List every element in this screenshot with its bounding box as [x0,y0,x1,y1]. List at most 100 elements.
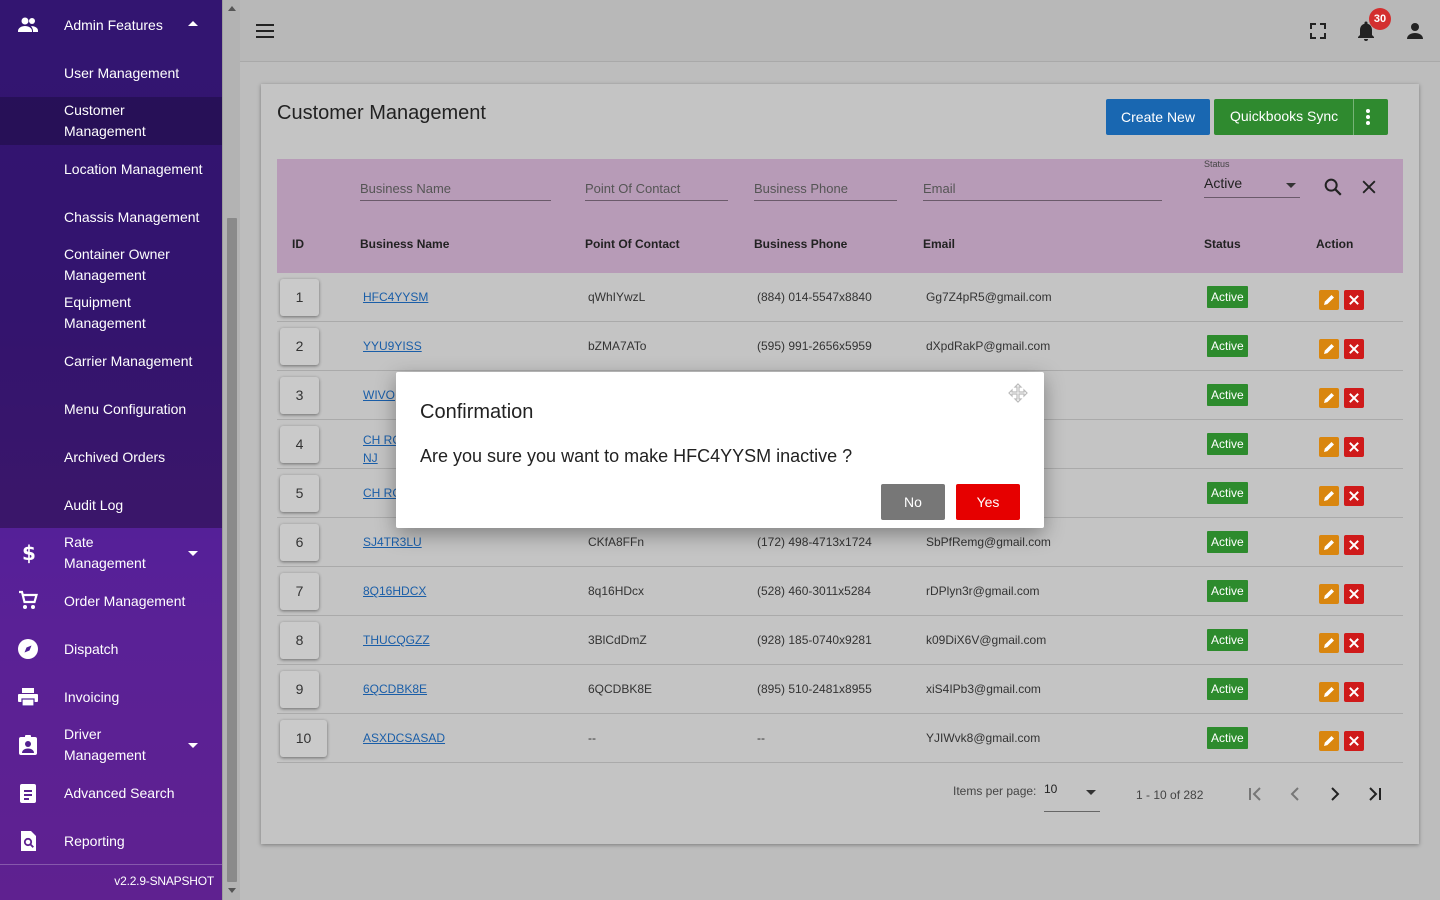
row-id[interactable]: 8 [280,622,319,659]
drag-move-icon[interactable] [1006,382,1030,406]
scroll-down-icon[interactable] [228,888,236,893]
delete-button[interactable] [1344,290,1364,310]
close-icon [1349,442,1359,452]
business-name-link-line2[interactable]: NJ [363,451,378,465]
scrollbar-thumb[interactable] [227,218,237,882]
row-id[interactable]: 9 [280,671,319,708]
create-new-button[interactable]: Create New [1106,99,1210,135]
pencil-icon [1324,442,1334,452]
edit-button[interactable] [1319,584,1339,604]
phone-filter[interactable] [754,177,897,201]
delete-button[interactable] [1344,388,1364,408]
edit-button[interactable] [1319,486,1339,506]
sidebar-item-equipment-management[interactable]: Equipment Management [0,289,222,335]
last-page-icon[interactable] [1363,782,1387,806]
quickbooks-sync-button[interactable]: Quickbooks Sync [1214,99,1388,135]
sidebar-item-driver-management[interactable]: Driver Management [0,721,222,769]
delete-button[interactable] [1344,633,1364,653]
business-name-input[interactable] [360,177,551,199]
status-badge: Active [1207,678,1248,700]
sidebar-item-archived-orders[interactable]: Archived Orders [0,444,222,470]
items-per-page-select[interactable]: 10 [1044,782,1100,812]
sidebar-item-location-management[interactable]: Location Management [0,156,222,182]
fullscreen-icon[interactable] [1306,19,1330,43]
email-input[interactable] [923,177,1162,199]
button-separator [1353,99,1354,135]
no-button[interactable]: No [881,484,945,520]
edit-button[interactable] [1319,535,1339,555]
delete-button[interactable] [1344,486,1364,506]
edit-button[interactable] [1319,633,1339,653]
edit-button[interactable] [1319,731,1339,751]
sidebar-item-invoicing[interactable]: Invoicing [0,684,222,710]
more-vert-icon[interactable] [1366,109,1370,125]
sidebar-item-carrier-management[interactable]: Carrier Management [0,348,222,374]
status-select[interactable]: Active [1204,174,1300,198]
scroll-up-icon[interactable] [228,6,236,11]
row-id[interactable]: 4 [280,426,319,463]
business-name-filter[interactable] [360,177,551,201]
business-name-link[interactable]: HFC4YYSM [363,290,428,304]
row-id[interactable]: 1 [280,279,319,316]
delete-button[interactable] [1344,731,1364,751]
pencil-icon [1324,638,1334,648]
sidebar-item-label: Container Owner Management [64,246,170,283]
edit-button[interactable] [1319,682,1339,702]
sidebar-item-user-management[interactable]: User Management [0,60,222,86]
sidebar-item-container-owner-management[interactable]: Container Owner Management [0,241,222,287]
first-page-icon[interactable] [1243,782,1267,806]
business-name-link[interactable]: ASXDCSASAD [363,731,445,745]
delete-button[interactable] [1344,682,1364,702]
edit-button[interactable] [1319,290,1339,310]
business-name-link[interactable]: SJ4TR3LU [363,535,422,549]
next-page-icon[interactable] [1323,782,1347,806]
row-id[interactable]: 3 [280,377,319,414]
search-icon[interactable] [1322,176,1344,198]
edit-button[interactable] [1319,388,1339,408]
business-name-link[interactable]: WIVO [363,388,395,402]
sidebar-item-label: Chassis Management [64,209,200,225]
row-id[interactable]: 6 [280,524,319,561]
row-id[interactable]: 5 [280,475,319,512]
row-id[interactable]: 7 [280,573,319,610]
business-name-link[interactable]: 6QCDBK8E [363,682,427,696]
delete-button[interactable] [1344,584,1364,604]
email-filter[interactable] [923,177,1162,201]
row-id[interactable]: 2 [280,328,319,365]
pencil-icon [1324,295,1334,305]
sidebar: Admin Features User Management Customer … [0,0,222,900]
account-icon[interactable] [1403,19,1427,43]
phone-cell: (172) 498-4713x1724 [757,535,872,549]
status-badge: Active [1207,531,1248,553]
sidebar-item-label: Driver Management [64,726,146,763]
column-header-phone: Business Phone [754,237,848,251]
business-name-link[interactable]: THUCQGZZ [363,633,430,647]
yes-button[interactable]: Yes [956,484,1020,520]
sidebar-item-customer-management[interactable]: Customer Management [0,97,222,145]
business-name-link[interactable]: 8Q16HDCX [363,584,426,598]
clear-icon[interactable] [1359,177,1379,197]
delete-button[interactable] [1344,437,1364,457]
delete-button[interactable] [1344,535,1364,555]
edit-button[interactable] [1319,437,1339,457]
row-id[interactable]: 10 [280,720,327,757]
sidebar-item-reporting[interactable]: Reporting [0,828,222,854]
status-badge: Active [1207,335,1248,357]
edit-button[interactable] [1319,339,1339,359]
sidebar-scrollbar[interactable] [222,0,240,900]
admin-features-toggle[interactable]: Admin Features [0,0,222,50]
sidebar-item-advanced-search[interactable]: Advanced Search [0,780,222,806]
delete-button[interactable] [1344,339,1364,359]
sidebar-item-order-management[interactable]: Order Management [0,588,222,614]
sidebar-item-chassis-management[interactable]: Chassis Management [0,204,222,230]
sidebar-item-dispatch[interactable]: Dispatch [0,636,222,662]
sidebar-item-menu-configuration[interactable]: Menu Configuration [0,396,222,422]
contact-filter[interactable] [585,177,728,201]
contact-input[interactable] [585,177,728,199]
business-name-link[interactable]: YYU9YISS [363,339,422,353]
phone-input[interactable] [754,177,897,199]
sidebar-item-audit-log[interactable]: Audit Log [0,492,222,518]
sidebar-item-rate-management[interactable]: $ Rate Management [0,529,222,577]
menu-icon[interactable] [256,24,274,38]
previous-page-icon[interactable] [1283,782,1307,806]
